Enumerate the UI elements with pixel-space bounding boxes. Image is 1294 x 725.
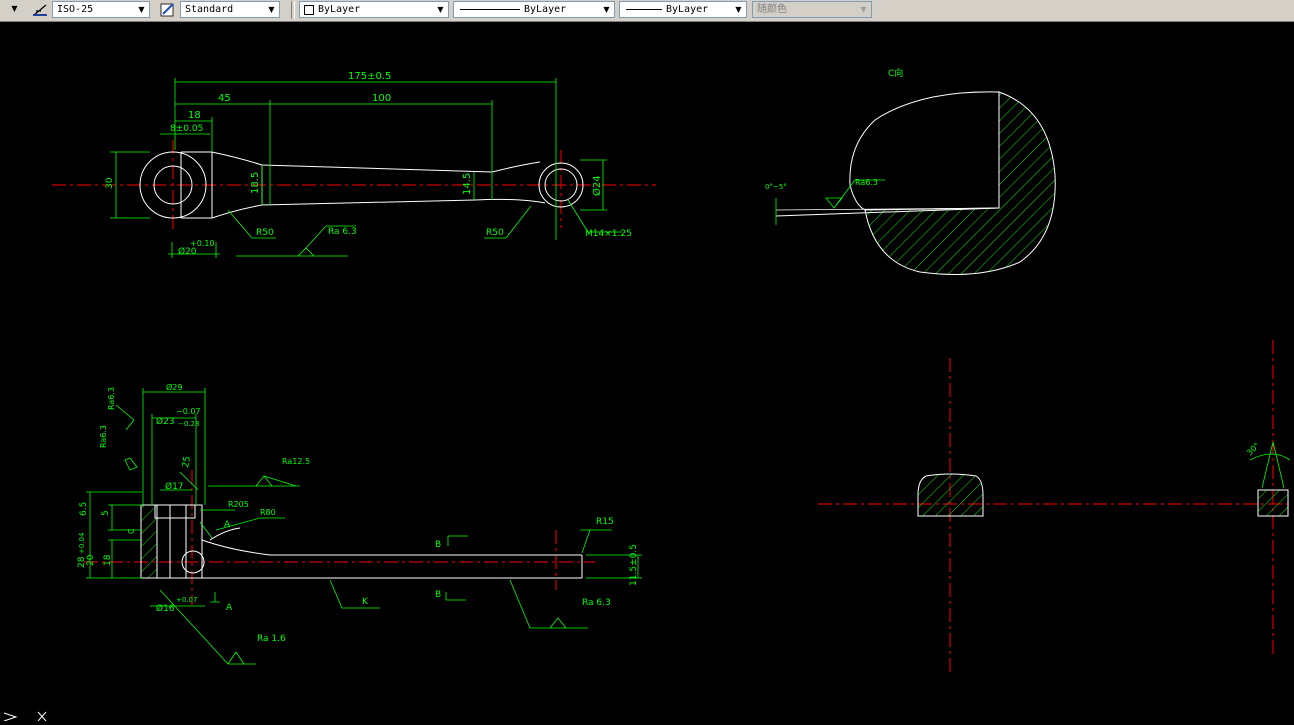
dim-18-5: 18.5: [250, 172, 261, 194]
linetype-select[interactable]: ByLayer ▼: [453, 1, 615, 18]
color-select[interactable]: ByLayer ▼: [299, 1, 449, 18]
tol-28: +0.04: [78, 532, 86, 554]
lineweight-select[interactable]: ByLayer ▼: [619, 1, 747, 18]
front-view: Ø29 −0.07 Ø23 −0.28 Ra6.3 Ra6.3 25 Ra12.…: [77, 382, 642, 665]
section-c-hatch: [864, 91, 1056, 275]
label-a-lower: A: [226, 603, 233, 613]
dim-5: 5: [101, 510, 111, 516]
dim-11-5: 11.5±0.5: [629, 544, 639, 586]
roughness-left-1: Ra6.3: [107, 387, 116, 410]
textstyle-value: Standard: [185, 4, 234, 15]
radius-r15: R15: [596, 517, 614, 527]
section-a-hatch: [917, 473, 984, 517]
chevron-down-icon: ▼: [138, 5, 145, 14]
front-view-dimension-lines: [86, 388, 642, 665]
front-view-dimension-texts: Ø29 −0.07 Ø23 −0.28 Ra6.3 Ra6.3 25 Ra12.…: [77, 382, 639, 644]
section-b-angle: 30°: [1245, 441, 1261, 457]
dim-24: Ø24: [591, 175, 603, 196]
cad-drawing[interactable]: 175±0.5 45 100 18 8±0.05 30 18.5 14.5 Ø2…: [0, 22, 1294, 722]
dim-20: 20: [86, 554, 96, 566]
label-a-upper: A: [224, 520, 231, 530]
label-b-lower: B: [435, 590, 441, 600]
section-c-title: C向: [888, 67, 903, 79]
dimstyle-value: ISO-25: [57, 4, 94, 15]
chevron-down-icon: ▼: [11, 4, 18, 13]
dim-17: Ø17: [165, 481, 184, 492]
color-swatch-icon: [304, 5, 314, 15]
ucs-icon: [3, 711, 47, 722]
lineweight-sample: [626, 9, 662, 10]
section-b-hatch: [1257, 489, 1289, 517]
dim-bore: Ø20: [178, 246, 197, 257]
dim-8: 8±0.05: [170, 124, 203, 134]
top-view-dimension-texts: 175±0.5 45 100 18 8±0.05 30 18.5 14.5 Ø2…: [105, 71, 632, 257]
radius-r205: R205: [228, 500, 249, 509]
radius-r50-left: R50: [256, 228, 274, 238]
drawing-canvas[interactable]: 175±0.5 45 100 18 8±0.05 30 18.5 14.5 Ø2…: [0, 22, 1294, 722]
dim-18: 18: [188, 110, 201, 121]
dim-29: Ø29: [166, 382, 182, 392]
linetype-value: ByLayer: [524, 4, 567, 15]
tol-16: +0.07: [176, 596, 197, 604]
roughness-left-2: Ra6.3: [99, 425, 108, 448]
dim-6-5: 6.5: [79, 502, 89, 516]
section-c-roughness: Ra6.3: [855, 178, 878, 187]
chevron-down-icon: ▼: [860, 5, 867, 14]
section-c-outline: [849, 91, 1000, 211]
section-b-view: 30°: [1245, 441, 1291, 517]
tol-upper: −0.07: [176, 407, 201, 416]
top-view: 175±0.5 45 100 18 8±0.05 30 18.5 14.5 Ø2…: [52, 71, 656, 258]
chevron-down-icon: ▼: [735, 5, 742, 14]
text-style-icon: [160, 3, 174, 17]
toolbar-separator: [291, 1, 295, 19]
dim-14-5: 14.5: [462, 173, 473, 195]
dim-overall-length: 175±0.5: [348, 71, 391, 82]
chevron-down-icon: ▼: [437, 5, 444, 14]
dim-100: 100: [372, 93, 391, 104]
dim-45: 45: [218, 93, 231, 104]
section-c-angle: 0°~5°: [765, 183, 787, 191]
label-c: C: [127, 528, 136, 534]
roughness-ra63: Ra 6.3: [328, 227, 357, 237]
label-b-upper: B: [435, 540, 441, 550]
front-view-outline: [154, 504, 583, 579]
section-a-view: [818, 340, 1290, 676]
color-value: ByLayer: [318, 4, 361, 15]
plotstyle-select: 随颜色 ▼: [752, 1, 872, 18]
roughness-ra6-3-right: Ra 6.3: [582, 598, 611, 608]
chevron-down-icon: ▼: [268, 5, 275, 14]
dimension-style-icon: [33, 4, 47, 16]
label-k: K: [362, 597, 369, 607]
plotstyle-value: 随颜色: [757, 4, 787, 15]
lineweight-value: ByLayer: [666, 4, 709, 15]
textstyle-select[interactable]: Standard ▼: [180, 1, 280, 18]
properties-toolbar: ▼ ISO-25 ▼ Standard ▼ ByLayer ▼ ByLayer …: [0, 0, 1294, 22]
roughness-ra12-5: Ra12.5: [282, 457, 310, 466]
linetype-sample: [460, 9, 520, 10]
section-c-view: C向 0°~5° Ra6.3: [765, 67, 1056, 275]
thread-m14: M14×1.25: [585, 229, 632, 239]
dim-25: 25: [181, 456, 193, 469]
radius-r50-right: R50: [486, 228, 504, 238]
dim-23: Ø23: [156, 416, 175, 427]
radius-r80: R80: [260, 508, 276, 517]
roughness-ra1-6: Ra 1.6: [257, 634, 286, 644]
dimstyle-select[interactable]: ISO-25 ▼: [52, 1, 150, 18]
dim-16: Ø16: [156, 603, 175, 614]
tol-lower: −0.28: [178, 420, 199, 428]
chevron-down-icon: ▼: [603, 5, 610, 14]
dim-18-front: 18: [103, 554, 113, 566]
dim-30: 30: [105, 177, 115, 189]
toolbar-dropdown-arrow[interactable]: ▼: [0, 1, 22, 18]
